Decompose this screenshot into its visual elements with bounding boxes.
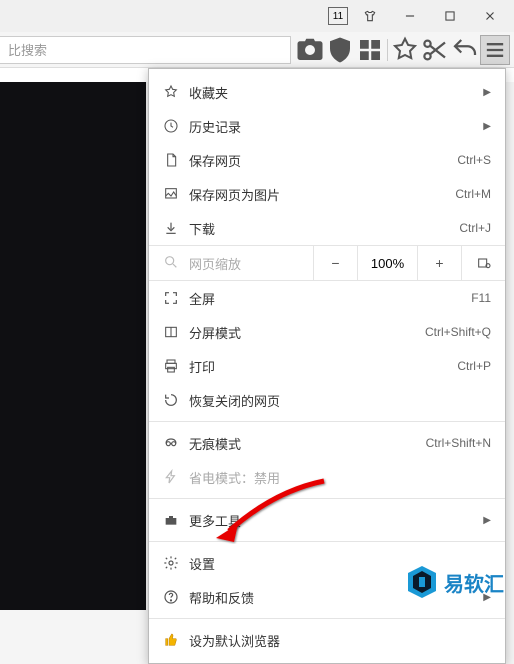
- toolbox-icon: [163, 512, 189, 528]
- zoom-out-button[interactable]: −: [313, 246, 357, 280]
- zoom-label: 网页缩放: [189, 254, 241, 273]
- menu-label: 保存网页: [189, 151, 457, 170]
- menu-label: 更多工具: [189, 511, 475, 530]
- split-icon: [163, 324, 189, 340]
- zoom-in-button[interactable]: +: [417, 246, 461, 280]
- camera-icon[interactable]: [295, 35, 325, 65]
- menu-label: 分屏模式: [189, 323, 425, 342]
- menu-label: 无痕模式: [189, 434, 426, 453]
- page-background: [0, 82, 146, 610]
- menu-more-tools[interactable]: 更多工具 ▶: [149, 503, 505, 537]
- menu-bookmarks[interactable]: 收藏夹 ▶: [149, 75, 505, 109]
- watermark: 易软汇: [406, 564, 504, 600]
- menu-shortcut: Ctrl+P: [457, 359, 491, 373]
- print-icon: [163, 358, 189, 374]
- menu-shortcut: Ctrl+S: [457, 153, 491, 167]
- shield-icon[interactable]: [325, 35, 355, 65]
- help-icon: [163, 589, 189, 605]
- maximize-button[interactable]: [432, 2, 468, 30]
- menu-zoom-row: 网页缩放 − 100% +: [149, 245, 505, 281]
- menu-fullscreen[interactable]: 全屏 F11: [149, 281, 505, 315]
- menu-shortcut: Ctrl+J: [459, 221, 491, 235]
- menu-label: 收藏夹: [189, 83, 475, 102]
- menu-label: 下载: [189, 219, 459, 238]
- menu-shortcut: F11: [471, 291, 491, 305]
- menu-label: 省电模式：禁用: [189, 468, 491, 487]
- menu-save-as-image[interactable]: 保存网页为图片 Ctrl+M: [149, 177, 505, 211]
- menu-print[interactable]: 打印 Ctrl+P: [149, 349, 505, 383]
- watermark-logo-icon: [406, 564, 438, 600]
- star-icon: [163, 84, 189, 100]
- page-icon: [163, 152, 189, 168]
- menu-downloads[interactable]: 下载 Ctrl+J: [149, 211, 505, 245]
- image-icon: [163, 186, 189, 202]
- menu-save-page[interactable]: 保存网页 Ctrl+S: [149, 143, 505, 177]
- close-button[interactable]: [472, 2, 508, 30]
- menu-set-default[interactable]: 设为默认浏览器: [149, 623, 505, 657]
- magnifier-icon: [163, 254, 189, 273]
- chevron-right-icon: ▶: [483, 515, 491, 526]
- menu-history[interactable]: 历史记录 ▶: [149, 109, 505, 143]
- zoom-value: 100%: [357, 246, 417, 280]
- menu-label: 设为默认浏览器: [189, 631, 491, 650]
- tshirt-icon[interactable]: [352, 2, 388, 30]
- menu-button[interactable]: [480, 35, 510, 65]
- menu-label: 全屏: [189, 289, 471, 308]
- search-input[interactable]: 比搜索: [0, 36, 291, 64]
- fullscreen-icon: [163, 290, 189, 306]
- minimize-button[interactable]: [392, 2, 428, 30]
- clock-icon: [163, 118, 189, 134]
- undo-icon[interactable]: [450, 35, 480, 65]
- restore-icon: [163, 392, 189, 408]
- grid-icon[interactable]: [355, 35, 385, 65]
- chevron-right-icon: ▶: [483, 87, 491, 98]
- menu-powersave: 省电模式：禁用: [149, 460, 505, 494]
- menu-label: 打印: [189, 357, 457, 376]
- zoom-settings-icon[interactable]: [461, 246, 505, 280]
- menu-shortcut: Ctrl+Shift+N: [426, 436, 491, 450]
- menu-shortcut: Ctrl+Shift+Q: [425, 325, 491, 339]
- star-add-icon[interactable]: [390, 35, 420, 65]
- chevron-right-icon: ▶: [483, 121, 491, 132]
- tab-count-badge[interactable]: 11: [328, 7, 348, 25]
- window-titlebar: 11: [0, 0, 514, 32]
- menu-label: 历史记录: [189, 117, 475, 136]
- menu-label: 恢复关闭的网页: [189, 391, 491, 410]
- menu-reopen-closed[interactable]: 恢复关闭的网页: [149, 383, 505, 417]
- menu-label: 保存网页为图片: [189, 185, 455, 204]
- incognito-icon: [163, 435, 189, 451]
- bolt-icon: [163, 469, 189, 485]
- browser-toolbar: 比搜索: [0, 32, 514, 68]
- menu-shortcut: Ctrl+M: [455, 187, 491, 201]
- download-icon: [163, 220, 189, 236]
- menu-incognito[interactable]: 无痕模式 Ctrl+Shift+N: [149, 426, 505, 460]
- gear-icon: [163, 555, 189, 571]
- menu-split-screen[interactable]: 分屏模式 Ctrl+Shift+Q: [149, 315, 505, 349]
- watermark-text: 易软汇: [444, 568, 504, 597]
- thumbs-up-icon: [163, 632, 189, 648]
- scissors-icon[interactable]: [420, 35, 450, 65]
